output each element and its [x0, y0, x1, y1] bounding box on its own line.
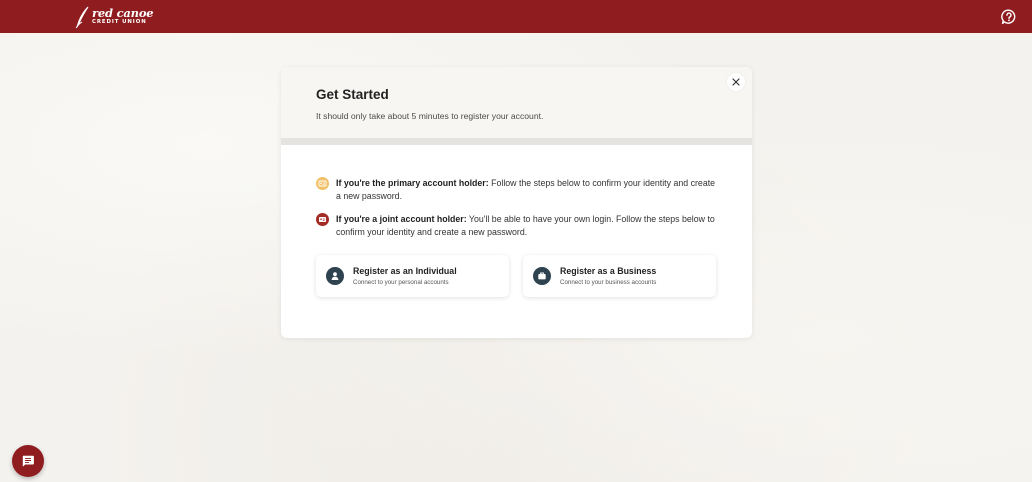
register-options: Register as an Individual Connect to you… — [281, 249, 752, 297]
register-business-subtitle: Connect to your business accounts — [560, 279, 657, 286]
help-button[interactable] — [1000, 8, 1018, 26]
person-icon — [326, 267, 344, 285]
primary-holder-label: If you're the primary account holder: — [336, 178, 489, 188]
register-business-button[interactable]: Register as a Business Connect to your b… — [523, 255, 716, 297]
progress-bar — [281, 138, 752, 145]
briefcase-icon — [533, 267, 551, 285]
page-subtitle: It should only take about 5 minutes to r… — [316, 111, 544, 121]
question-chat-icon — [1001, 8, 1016, 24]
logo-name: red canoe — [92, 5, 154, 20]
joint-holder-label: If you're a joint account holder: — [336, 214, 467, 224]
card-header: Get Started It should only take about 5 … — [281, 67, 752, 138]
top-bar: red canoe CREDIT UNION — [0, 0, 1032, 33]
id-card-icon — [316, 213, 329, 226]
joint-holder-info: If you're a joint account holder: You'll… — [316, 213, 718, 239]
get-started-card: Get Started It should only take about 5 … — [281, 67, 752, 338]
chat-button[interactable] — [12, 445, 44, 477]
register-individual-subtitle: Connect to your personal accounts — [353, 279, 449, 286]
canoe-feather-icon — [75, 6, 89, 28]
joint-holder-text: If you're a joint account holder: You'll… — [336, 213, 718, 239]
close-button[interactable] — [727, 73, 745, 91]
page-title: Get Started — [316, 87, 389, 102]
account-holder-info: If you're the primary account holder: Fo… — [281, 145, 752, 239]
id-card-icon — [316, 177, 329, 190]
primary-holder-info: If you're the primary account holder: Fo… — [316, 177, 718, 203]
logo[interactable]: red canoe CREDIT UNION — [74, 5, 154, 29]
chat-icon — [22, 455, 34, 467]
register-business-title: Register as a Business — [560, 266, 657, 276]
primary-holder-text: If you're the primary account holder: Fo… — [336, 177, 718, 203]
logo-subtitle: CREDIT UNION — [92, 19, 147, 26]
close-icon — [732, 78, 740, 86]
register-individual-title: Register as an Individual — [353, 266, 457, 276]
register-individual-button[interactable]: Register as an Individual Connect to you… — [316, 255, 509, 297]
